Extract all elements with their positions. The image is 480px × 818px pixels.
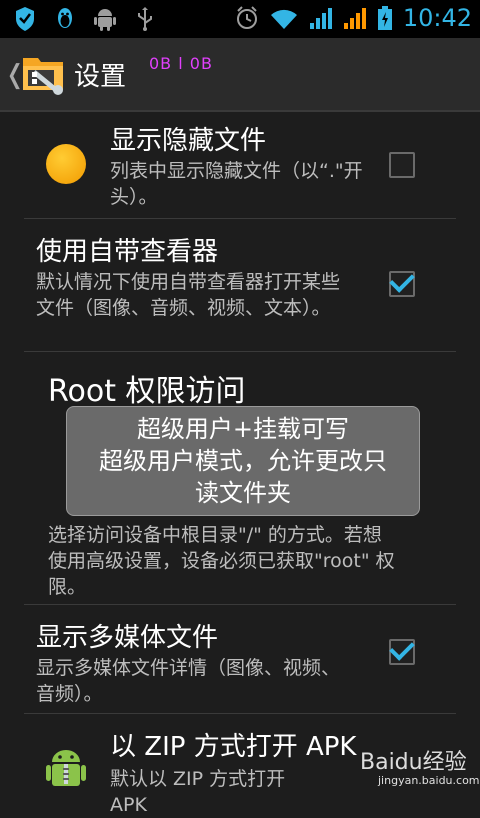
watermark-url: jingyan.baidu.com	[378, 774, 480, 787]
status-bar-right: 10:42	[235, 4, 472, 32]
media-files-checkbox[interactable]	[389, 639, 415, 665]
toast-message: 超级用户+挂载可写 超级用户模式，允许更改只 读文件夹	[66, 406, 420, 516]
battery-icon	[377, 5, 393, 31]
alarm-icon	[235, 5, 259, 31]
watermark-brand: Baidu经验	[360, 750, 467, 775]
status-bar-left	[14, 6, 158, 32]
toast-line-1: 超级用户+挂载可写	[136, 415, 350, 443]
shield-icon	[14, 6, 38, 32]
signal-icon	[343, 5, 367, 31]
pref-title: 以 ZIP 方式打开 APK	[110, 732, 357, 762]
pref-title: 显示多媒体文件	[36, 623, 219, 653]
orange-circle-icon	[46, 144, 86, 184]
usb-icon	[134, 6, 158, 32]
qq-penguin-icon	[54, 6, 78, 32]
action-bar: ❬ 设置 0B l 0B	[0, 38, 480, 112]
toast-line-2: 超级用户模式，允许更改只	[99, 447, 387, 475]
pref-summary: 显示多媒体文件详情（图像、视频、音频）。	[36, 657, 341, 705]
pref-title: 显示隐藏文件	[110, 126, 267, 156]
pref-show-hidden-files[interactable]: 显示隐藏文件 列表中显示隐藏文件（以“."开头）。	[24, 110, 456, 219]
pref-summary: 列表中显示隐藏文件（以“."开头）。	[110, 160, 363, 208]
clock-time: 10:42	[402, 4, 472, 32]
pref-show-media-files[interactable]: 显示多媒体文件 显示多媒体文件详情（图像、视频、音频）。	[24, 605, 456, 714]
pref-use-builtin-viewer[interactable]: 使用自带查看器 默认情况下使用自带查看器打开某些文件（图像、音频、视频、文本）。	[24, 219, 456, 352]
app-settings-icon[interactable]	[20, 50, 66, 96]
android-zip-icon	[46, 748, 86, 796]
pref-title: 使用自带查看器	[36, 237, 219, 267]
signal-icon	[309, 5, 333, 31]
overlay-tag: 0B l 0B	[149, 54, 213, 73]
pref-title: Root 权限访问	[48, 374, 246, 409]
android-icon	[94, 6, 118, 32]
pref-summary: 默认以 ZIP 方式打开 APK	[110, 768, 286, 816]
toast-line-3: 读文件夹	[195, 479, 291, 507]
pref-summary: 选择访问设备中根目录"/" 的方式。若想使用高级设置，设备必须已获取"root"…	[48, 524, 395, 598]
wifi-icon	[269, 5, 299, 31]
page-title: 设置	[74, 62, 127, 92]
pref-summary: 默认情况下使用自带查看器打开某些文件（图像、音频、视频、文本）。	[36, 271, 341, 319]
status-bar: 10:42	[0, 0, 480, 38]
builtin-viewer-checkbox[interactable]	[389, 271, 415, 297]
show-hidden-checkbox[interactable]	[389, 152, 415, 178]
